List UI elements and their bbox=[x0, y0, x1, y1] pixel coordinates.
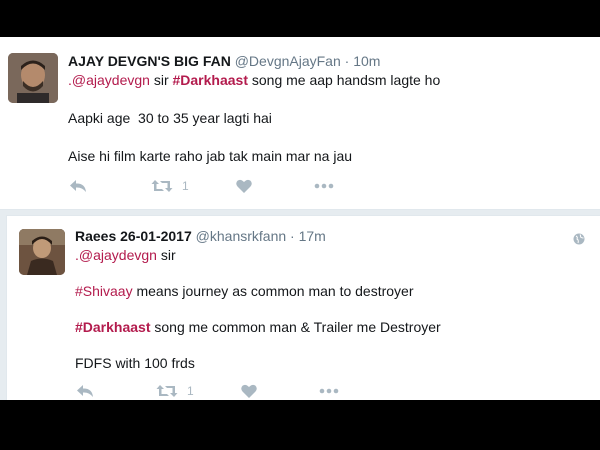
retweet-count: 1 bbox=[187, 384, 194, 398]
display-name[interactable]: AJAY DEVGN'S BIG FAN bbox=[68, 53, 231, 69]
tweet-text-line: FDFS with 100 frds bbox=[75, 355, 195, 371]
hashtag-link[interactable]: #Darkhaast bbox=[173, 72, 249, 88]
tweet-text: sir bbox=[156, 247, 176, 263]
timeline: AJAY DEVGN'S BIG FAN @DevgnAjayFan · 10m… bbox=[0, 37, 600, 400]
globe-icon bbox=[573, 232, 585, 250]
more-icon[interactable] bbox=[312, 183, 336, 189]
tweet-text-line: #Darkhaast song me common man & Trailer … bbox=[75, 319, 441, 335]
tweet-text: song me common man & Trailer me Destroye… bbox=[150, 319, 441, 335]
tweet-text-line: Aapki age 30 to 35 year lagti hai bbox=[68, 110, 272, 126]
hashtag-link[interactable]: #Shivaay bbox=[75, 283, 133, 299]
tweet-2[interactable]: Raees 26-01-2017 @khansrkfann · 17m .@aj… bbox=[6, 215, 600, 400]
reply-icon[interactable] bbox=[73, 384, 97, 398]
tweet-text-line: .@ajaydevgn sir #Darkhaast song me aap h… bbox=[68, 72, 440, 88]
tweet-text: song me aap handsm lagte ho bbox=[248, 72, 441, 88]
handle[interactable]: @DevgnAjayFan bbox=[235, 53, 341, 69]
retweet-icon[interactable] bbox=[150, 179, 174, 193]
reply-icon[interactable] bbox=[66, 179, 90, 193]
tweet-header: AJAY DEVGN'S BIG FAN @DevgnAjayFan · 10m bbox=[68, 53, 381, 69]
tweet-text: sir bbox=[149, 72, 173, 88]
tweet-text: means journey as common man to destroyer bbox=[132, 283, 414, 299]
tweet-text-line: .@ajaydevgn sir bbox=[75, 247, 176, 263]
tweet-actions: 1 bbox=[66, 176, 336, 196]
retweet-count: 1 bbox=[182, 179, 189, 193]
mention-link[interactable]: .@ajaydevgn bbox=[68, 72, 150, 88]
tweet-actions: 1 bbox=[73, 381, 341, 400]
display-name[interactable]: Raees 26-01-2017 bbox=[75, 228, 192, 244]
hashtag-link[interactable]: #Darkhaast bbox=[75, 319, 151, 335]
like-icon[interactable] bbox=[232, 179, 256, 193]
tweet-text-line: #Shivaay means journey as common man to … bbox=[75, 283, 414, 299]
mention-link[interactable]: .@ajaydevgn bbox=[75, 247, 157, 263]
timestamp[interactable]: 10m bbox=[353, 53, 380, 69]
handle[interactable]: @khansrkfann bbox=[196, 228, 286, 244]
like-icon[interactable] bbox=[237, 384, 261, 398]
timestamp[interactable]: 17m bbox=[299, 228, 326, 244]
retweet-icon[interactable] bbox=[155, 384, 179, 398]
tweet-text-line: Aise hi film karte raho jab tak main mar… bbox=[68, 148, 353, 164]
tweet-header: Raees 26-01-2017 @khansrkfann · 17m bbox=[75, 228, 326, 244]
more-icon[interactable] bbox=[317, 388, 341, 394]
tweet-1[interactable]: AJAY DEVGN'S BIG FAN @DevgnAjayFan · 10m… bbox=[0, 37, 600, 210]
avatar[interactable] bbox=[8, 53, 58, 103]
avatar[interactable] bbox=[19, 229, 65, 275]
